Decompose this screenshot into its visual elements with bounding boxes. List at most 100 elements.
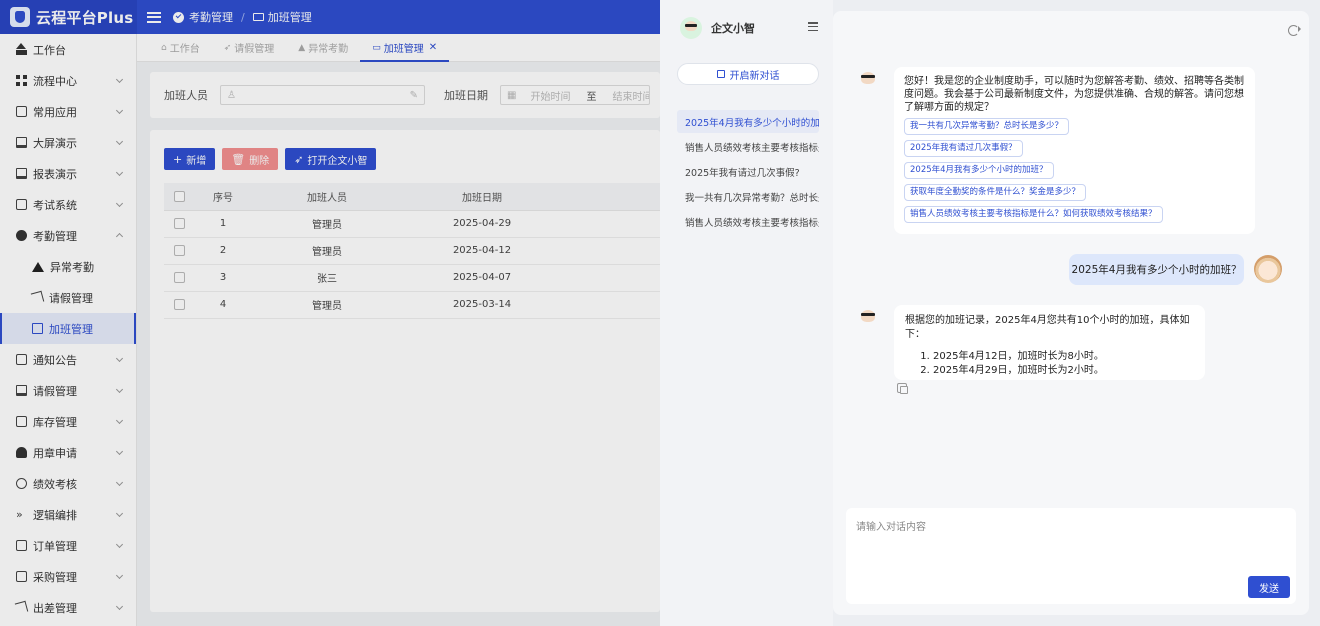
sidebar-item-report[interactable]: 报表演示 <box>0 158 136 189</box>
suggestion-chip[interactable]: 获取年度全勤奖的条件是什么？奖金是多少？ <box>904 184 1087 202</box>
brand[interactable]: 云程平台Plus <box>0 0 137 34</box>
table-row[interactable]: 1 管理员 2025-04-29 <box>164 210 660 238</box>
add-button[interactable]: + 新增 <box>164 148 216 170</box>
calendar-icon: ▦ <box>507 89 517 101</box>
checkbox[interactable] <box>173 298 185 310</box>
sidebar-item-orchestration[interactable]: » 逻辑编排 <box>0 499 136 530</box>
sidebar-item-stamp[interactable]: 用章申请 <box>0 437 136 468</box>
sidebar-item-stock[interactable]: 库存管理 <box>0 406 136 437</box>
copy-icon[interactable] <box>897 383 908 394</box>
chevron-down-icon <box>115 447 124 456</box>
date-range-input[interactable]: ▦ 开始时间 至 结束时间 <box>500 85 650 105</box>
row-checkbox-cell[interactable] <box>164 264 194 292</box>
delete-button[interactable]: 🗑 删除 <box>222 148 279 170</box>
clipboard-icon <box>16 385 27 396</box>
home-icon: ⌂ <box>161 42 167 53</box>
plane-icon <box>14 600 29 615</box>
tab-overtime[interactable]: ▭ 加班管理 ✕ <box>360 34 450 62</box>
tab-leave[interactable]: ➶ 请假管理 <box>212 34 287 62</box>
suggestion-chip[interactable]: 2025年4月我有多少个小时的加班？ <box>904 162 1054 180</box>
sidebar-item-label: 库存管理 <box>33 415 77 429</box>
row-checkbox-cell[interactable] <box>164 291 194 319</box>
chevron-down-icon <box>115 137 124 146</box>
suggestion-chip[interactable]: 2025年我有请过几次事假？ <box>904 140 1023 158</box>
history-item[interactable]: 2025年4月我有多少个小时的加班？ <box>677 110 819 133</box>
breadcrumb-item[interactable]: 考勤管理 <box>189 9 233 25</box>
suggestion-chip[interactable]: 我一共有几次异常考勤？总时长是多少？ <box>904 118 1070 136</box>
monitor-icon <box>252 13 264 21</box>
app-logo-icon <box>10 7 30 27</box>
sidebar-item-label: 常用应用 <box>33 105 77 119</box>
history-item[interactable]: 销售人员绩效考核主要考核指标是什么？ <box>677 135 819 158</box>
pen-icon[interactable]: ✎ <box>410 90 418 101</box>
answer-list-item: 2025年4月12日，加班时长为8小时。 <box>933 350 1194 364</box>
assistant-drawer: 企文小智 开启新对话 2025年4月我有多少个小时的加班？ 销售人员绩效考核主要… <box>660 0 1320 626</box>
sidebar-item-label: 通知公告 <box>33 353 77 367</box>
tab-workbench[interactable]: ⌂ 工作台 <box>149 34 212 62</box>
stamp-icon <box>16 447 27 458</box>
sidebar-item-performance[interactable]: 绩效考核 <box>0 468 136 499</box>
chevron-down-icon <box>115 509 124 518</box>
person-label: 加班人员 <box>164 89 208 102</box>
bag-icon <box>16 571 27 582</box>
sidebar-item-travel[interactable]: 出差管理 <box>0 592 136 623</box>
table-row[interactable]: 2 管理员 2025-04-12 <box>164 237 660 265</box>
screen-icon <box>16 137 27 148</box>
table-row[interactable]: 4 管理员 2025-03-14 <box>164 291 660 319</box>
send-icon: ➶ <box>223 42 232 53</box>
open-assistant-button[interactable]: ➶ 打开企文小智 <box>285 148 377 170</box>
col-more <box>562 183 660 211</box>
table-row[interactable]: 3 张三 2025-04-07 <box>164 264 660 292</box>
double-chevron-icon: » <box>16 508 23 521</box>
refresh-icon[interactable] <box>1288 25 1301 36</box>
cell-empty <box>562 210 660 238</box>
history-item[interactable]: 销售人员绩效考核主要考核指标是什么？ <box>677 210 819 233</box>
menu-icon[interactable] <box>808 22 818 31</box>
report-icon <box>16 168 27 179</box>
message-composer[interactable]: 请输入对话内容 发送 <box>846 508 1296 604</box>
new-chat-button[interactable]: 开启新对话 <box>677 63 819 85</box>
send-button[interactable]: 发送 <box>1248 576 1290 598</box>
warning-icon <box>32 261 44 272</box>
checkbox[interactable] <box>173 271 185 283</box>
sidebar-item-leave-mgmt[interactable]: 请假管理 <box>0 375 136 406</box>
sidebar-item-workbench[interactable]: 工作台 <box>0 34 136 65</box>
chevron-down-icon <box>115 602 124 611</box>
sidebar-item-exam[interactable]: 考试系统 <box>0 189 136 220</box>
assistant-message-avatar <box>855 305 881 331</box>
sidebar-item-apps[interactable]: 常用应用 <box>0 96 136 127</box>
sidebar-item-orders[interactable]: 订单管理 <box>0 530 136 561</box>
message-input-placeholder[interactable]: 请输入对话内容 <box>856 518 926 533</box>
history-item[interactable]: 2025年我有请过几次事假? <box>677 160 819 183</box>
range-separator: 至 <box>586 91 597 103</box>
sidebar-item-bigscreen[interactable]: 大屏演示 <box>0 127 136 158</box>
history-item[interactable]: 我一共有几次异常考勤？总时长是多少？ <box>677 185 819 208</box>
select-all-cell[interactable] <box>164 183 194 211</box>
user-avatar <box>1254 255 1282 283</box>
sidebar-item-notice[interactable]: 通知公告 <box>0 344 136 375</box>
sidebar-item-purchase[interactable]: 采购管理 <box>0 561 136 592</box>
chevron-down-icon <box>115 478 124 487</box>
sidebar-item-leave[interactable]: 请假管理 <box>0 282 136 313</box>
checkbox[interactable] <box>173 190 185 202</box>
suggestion-chip[interactable]: 销售人员绩效考核主要考核指标是什么？如何获取绩效考核结果？ <box>904 206 1163 224</box>
close-icon[interactable]: ✕ <box>429 42 437 53</box>
menu-toggle-icon[interactable] <box>147 11 161 23</box>
checkbox[interactable] <box>173 217 185 229</box>
person-input[interactable]: ♙ ✎ <box>220 85 425 105</box>
cell-date: 2025-03-14 <box>402 291 562 319</box>
tab-abnormal[interactable]: ▲ 异常考勤 <box>286 34 360 62</box>
sidebar-item-overtime[interactable]: 加班管理 <box>0 313 136 344</box>
checkbox[interactable] <box>173 244 185 256</box>
cell-index: 4 <box>194 291 252 319</box>
row-checkbox-cell[interactable] <box>164 210 194 238</box>
row-checkbox-cell[interactable] <box>164 237 194 265</box>
monitor-icon: ▭ <box>372 42 381 53</box>
cell-person: 管理员 <box>252 210 402 238</box>
sidebar-item-abnormal-attendance[interactable]: 异常考勤 <box>0 251 136 282</box>
chevron-down-icon <box>115 199 124 208</box>
chevron-down-icon <box>115 540 124 549</box>
user-message: 2025年4月我有多少个小时的加班？ <box>1069 254 1244 285</box>
sidebar-item-process[interactable]: 流程中心 <box>0 65 136 96</box>
sidebar-item-attendance[interactable]: 考勤管理 <box>0 220 136 251</box>
